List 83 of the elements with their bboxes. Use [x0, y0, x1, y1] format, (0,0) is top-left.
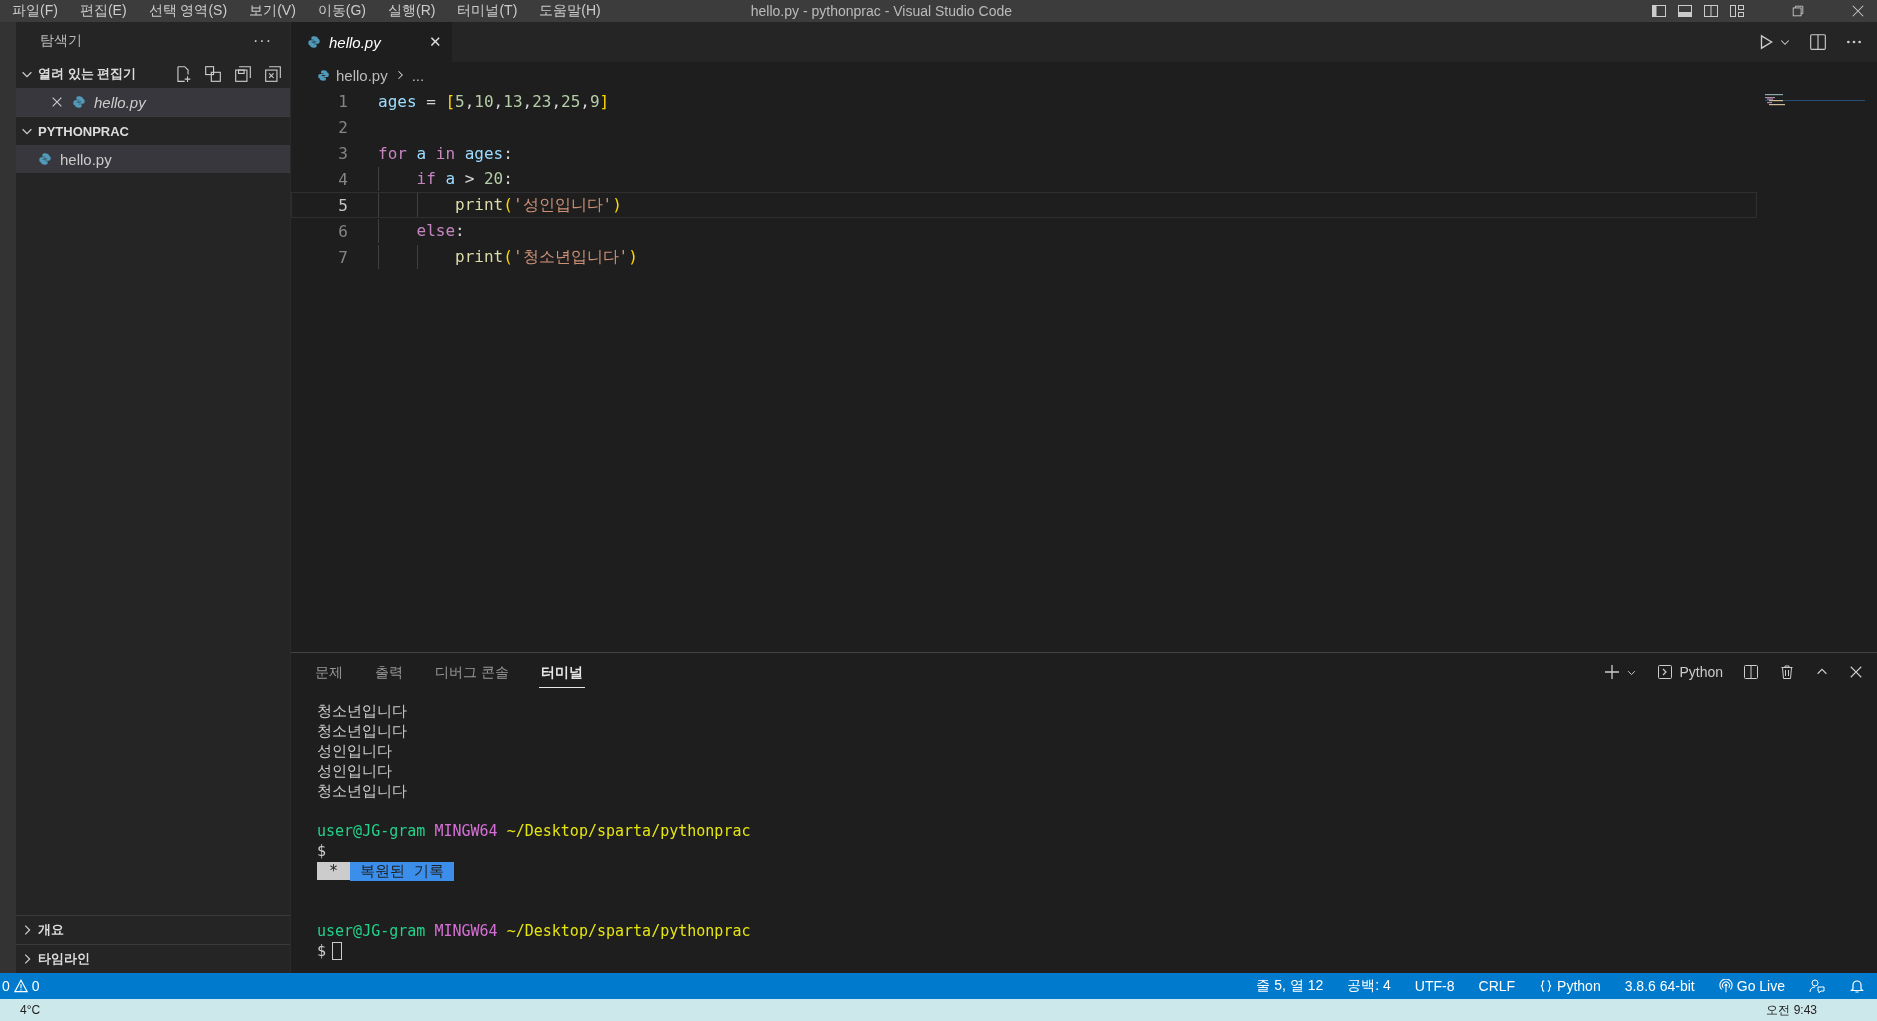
- menu-item[interactable]: 터미널(T): [457, 2, 518, 20]
- layout-icon[interactable]: [1729, 3, 1745, 19]
- terminal-output: 청소년입니다: [317, 721, 407, 741]
- terminal-prompt: user@JG-gram MINGW64 ~/Desktop/sparta/pythonprac: [317, 822, 751, 840]
- section-header[interactable]: 개요: [16, 915, 290, 944]
- line-number: 5: [337, 195, 349, 215]
- code-line: print('성인입니다'): [378, 193, 622, 217]
- file-item[interactable]: hello.py: [16, 88, 290, 116]
- file-name: hello.py: [60, 150, 112, 168]
- menu-item[interactable]: 실행(R): [388, 2, 436, 20]
- weather-text[interactable]: 4°C: [20, 1003, 41, 1017]
- language-mode[interactable]: Python: [1539, 978, 1601, 994]
- line-number: 1: [337, 91, 349, 111]
- terminal-icon: [1657, 664, 1674, 680]
- code-line: ages = [5,10,13,23,25,9]: [378, 91, 610, 111]
- clock-text[interactable]: 오전 9:43: [1766, 1001, 1817, 1019]
- menu-item[interactable]: 보기(V): [249, 2, 296, 20]
- panel-tab[interactable]: 디버그 콘솔: [433, 656, 511, 688]
- line-number: 3: [337, 143, 349, 163]
- status-item[interactable]: CRLF: [1478, 978, 1516, 994]
- terminal-shell-label[interactable]: Python: [1679, 664, 1723, 680]
- file-item[interactable]: hello.py: [16, 145, 290, 173]
- split-terminal-icon[interactable]: [1743, 664, 1759, 680]
- editor-tab[interactable]: hello.py ✕: [291, 22, 452, 62]
- layout-icon[interactable]: [1677, 3, 1693, 19]
- terminal-output: 청소년입니다: [317, 781, 407, 801]
- add-icon[interactable]: [1604, 664, 1621, 680]
- go-live-button[interactable]: Go Live: [1718, 978, 1785, 994]
- feedback-icon[interactable]: [1809, 978, 1825, 994]
- menu-item[interactable]: 도움말(H): [539, 2, 601, 20]
- close-icon[interactable]: [50, 95, 64, 109]
- breadcrumb-item[interactable]: ...: [411, 66, 425, 84]
- close-icon[interactable]: [1849, 665, 1863, 679]
- sidebar-title: 탐색기: [40, 32, 82, 50]
- close-icon[interactable]: [1851, 4, 1865, 18]
- close-button[interactable]: ✕: [429, 33, 442, 51]
- trash-icon[interactable]: [1779, 664, 1795, 680]
- code-line: else:: [378, 219, 465, 243]
- code-line: if a > 20:: [378, 167, 513, 191]
- bell-icon[interactable]: [1849, 978, 1865, 994]
- status-item[interactable]: 3.8.6 64-bit: [1624, 978, 1695, 994]
- code-line: for a in ages:: [378, 143, 513, 163]
- python-icon: [38, 152, 52, 166]
- menu-item[interactable]: 선택 영역(S): [148, 2, 228, 20]
- python-icon: [72, 95, 86, 109]
- code-line: print('청소년입니다'): [378, 245, 638, 269]
- layout-icon[interactable]: [1651, 3, 1667, 19]
- braces-icon: [1539, 979, 1554, 993]
- python-icon: [317, 68, 330, 82]
- problems-indicator[interactable]: 0 0: [0, 978, 40, 994]
- status-item[interactable]: UTF-8: [1414, 978, 1455, 994]
- line-number: 2: [337, 117, 349, 137]
- prompt-symbol: $: [317, 942, 327, 960]
- line-number: 7: [337, 247, 349, 267]
- broadcast-icon: [1718, 979, 1733, 993]
- menu-item[interactable]: 이동(G): [317, 2, 366, 20]
- status-item[interactable]: 공백: 4: [1347, 977, 1391, 995]
- prompt-symbol: $: [317, 842, 327, 860]
- terminal-prompt: user@JG-gram MINGW64 ~/Desktop/sparta/pythonprac: [317, 922, 751, 940]
- menu-item[interactable]: 파일(F): [12, 2, 58, 20]
- restore-icon[interactable]: [1791, 4, 1805, 18]
- save-all-icon[interactable]: [234, 65, 252, 83]
- python-icon: [307, 35, 321, 49]
- panel-tab[interactable]: 출력: [373, 656, 405, 688]
- line-number: 4: [337, 169, 349, 189]
- breadcrumb-item[interactable]: hello.py: [336, 66, 388, 84]
- new-file-icon[interactable]: [174, 65, 192, 83]
- file-name: hello.py: [94, 93, 146, 111]
- layout-icon[interactable]: [1703, 3, 1719, 19]
- window-title: hello.py - pythonprac - Visual Studio Code: [750, 3, 1012, 19]
- status-item[interactable]: 줄 5, 열 12: [1256, 977, 1324, 995]
- terminal-output: 성인입니다: [317, 741, 392, 761]
- panel-tab[interactable]: 터미널: [538, 656, 585, 688]
- warning-icon: [13, 979, 28, 993]
- terminal-output: 청소년입니다: [317, 701, 407, 721]
- more-button[interactable]: ···: [253, 32, 272, 50]
- section-header[interactable]: 열려 있는 편집기: [16, 60, 290, 88]
- split-editor-icon[interactable]: [1809, 33, 1827, 51]
- terminal-output: 성인입니다: [317, 761, 392, 781]
- close-all-icon[interactable]: [264, 65, 282, 83]
- panel-tab[interactable]: 문제: [313, 656, 345, 688]
- line-number: 6: [337, 221, 349, 241]
- menu-item[interactable]: 편집(E): [79, 2, 127, 20]
